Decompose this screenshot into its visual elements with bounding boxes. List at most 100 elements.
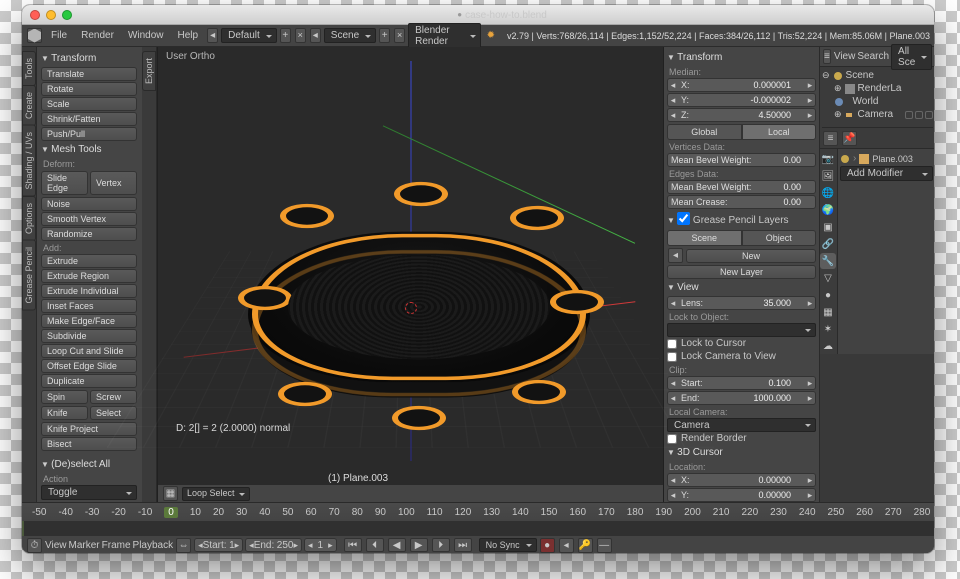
props-pin-icon[interactable]: 📌	[842, 131, 857, 146]
outliner-type-icon[interactable]: ≡	[823, 49, 831, 64]
menu-render[interactable]: Render	[75, 27, 120, 44]
local-camera-dropdown[interactable]: Camera	[667, 418, 816, 432]
panel-meshtools[interactable]: Mesh Tools	[41, 142, 138, 157]
btn-offset-edge[interactable]: Offset Edge Slide	[41, 359, 137, 373]
timeline-ruler[interactable]: -50-40-30-20-10 0 1020304050607080901001…	[22, 503, 934, 521]
gp-scene[interactable]: Scene	[667, 230, 742, 246]
btn-loop-cut[interactable]: Loop Cut and Slide	[41, 344, 137, 358]
btn-shrink[interactable]: Shrink/Fatten	[41, 112, 137, 126]
tab-physics-icon[interactable]: ☁	[820, 338, 836, 354]
tab-modifiers-icon[interactable]: 🔧	[820, 253, 836, 269]
btn-translate[interactable]: Translate	[41, 67, 137, 81]
lock-object-dropdown[interactable]	[667, 323, 816, 337]
outliner-world[interactable]: World	[822, 95, 933, 108]
frame-start[interactable]: ◂ Start: 1 ▸	[194, 538, 243, 552]
timeline-playback[interactable]: Playback	[133, 540, 174, 551]
tab-render-icon[interactable]: 📷	[820, 151, 836, 167]
outliner-renderlayers[interactable]: ⊕ RenderLa	[822, 82, 933, 95]
tab-renderlayers-icon[interactable]: 🖼	[820, 168, 836, 184]
frame-current[interactable]: ◂ 1 ▸	[304, 538, 337, 552]
frame-end[interactable]: ◂ End: 250 ▸	[245, 538, 302, 552]
editor-type-icon[interactable]	[27, 28, 42, 43]
vtab-tools[interactable]: Tools	[22, 51, 36, 86]
lock-to-cursor[interactable]: Lock to Cursor	[667, 337, 816, 350]
gp-new-layer[interactable]: New Layer	[667, 265, 816, 279]
space-local[interactable]: Local	[742, 124, 817, 140]
vtab-shading[interactable]: Shading / UVs	[22, 125, 36, 197]
vtab-export[interactable]: Export	[142, 51, 156, 91]
menu-window[interactable]: Window	[122, 27, 170, 44]
outliner-view[interactable]: View	[834, 51, 856, 62]
minimize-window[interactable]	[46, 10, 56, 20]
close-window[interactable]	[30, 10, 40, 20]
keyframe-prev-icon[interactable]: ⏴	[366, 538, 384, 552]
tab-data-icon[interactable]: ▽	[820, 270, 836, 286]
npanel-transform[interactable]: Transform	[667, 50, 816, 65]
range-icon[interactable]: ⇔	[176, 538, 191, 553]
lock-camera-to-view[interactable]: Lock Camera to View	[667, 350, 816, 363]
playhead[interactable]: 0	[164, 507, 178, 518]
tab-scene-icon[interactable]: 🌐	[820, 185, 836, 201]
action-dropdown[interactable]: Toggle	[41, 485, 137, 500]
vtab-create[interactable]: Create	[22, 85, 36, 126]
timeline-view[interactable]: View	[45, 540, 67, 551]
tab-texture-icon[interactable]: ▦	[820, 304, 836, 320]
btn-noise[interactable]: Noise	[41, 197, 137, 211]
timeline-type-icon[interactable]: ⏱	[27, 538, 42, 553]
npanel-view[interactable]: View	[667, 280, 816, 295]
cursor-y[interactable]: ◂Y:0.00000▸	[667, 488, 816, 502]
sync-dropdown[interactable]: No Sync	[479, 538, 537, 552]
autokey-icon[interactable]: ●	[540, 538, 555, 553]
clip-end[interactable]: ◂End:1000.000▸	[667, 391, 816, 405]
jump-end-icon[interactable]: ⏭	[454, 538, 472, 552]
cursor-x[interactable]: ◂X:0.00000▸	[667, 473, 816, 487]
play-reverse-icon[interactable]: ◀	[388, 538, 406, 552]
gp-enable-checkbox[interactable]	[677, 212, 690, 225]
btn-smooth-vertex[interactable]: Smooth Vertex	[41, 212, 137, 226]
keyframe-next-icon[interactable]: ⏵	[432, 538, 450, 552]
outliner-search[interactable]: Search	[857, 51, 889, 62]
median-z[interactable]: ◂Z:4.50000▸	[667, 108, 816, 122]
play-icon[interactable]: ▶	[410, 538, 428, 552]
btn-randomize[interactable]: Randomize	[41, 227, 137, 241]
jump-start-icon[interactable]: ⏮	[344, 538, 362, 552]
key-insert-icon[interactable]: 🔑	[578, 538, 593, 553]
btn-spin[interactable]: Spin	[41, 390, 88, 404]
npanel-gp[interactable]: Grease Pencil Layers	[667, 210, 816, 228]
btn-knife[interactable]: Knife	[41, 406, 88, 420]
layout-add-icon[interactable]: +	[280, 28, 291, 43]
btn-extrude-region[interactable]: Extrude Region	[41, 269, 137, 283]
scene-add-icon[interactable]: +	[379, 28, 390, 43]
median-x[interactable]: ◂X:0.000001▸	[667, 78, 816, 92]
gp-object[interactable]: Object	[742, 230, 817, 246]
mean-crease[interactable]: Mean Crease:0.00	[667, 195, 816, 209]
btn-slide-vertex[interactable]: Vertex	[90, 171, 137, 195]
layout-prev-icon[interactable]: ◂	[207, 28, 218, 43]
mean-bevel-weight-e[interactable]: Mean Bevel Weight:0.00	[667, 180, 816, 194]
btn-extrude[interactable]: Extrude	[41, 254, 137, 268]
tab-material-icon[interactable]: ●	[820, 287, 836, 303]
btn-inset[interactable]: Inset Faces	[41, 299, 137, 313]
btn-slide-edge[interactable]: Slide Edge	[41, 171, 88, 195]
layout-del-icon[interactable]: ×	[295, 28, 306, 43]
menu-file[interactable]: File	[45, 27, 73, 44]
btn-screw[interactable]: Screw	[90, 390, 137, 404]
tab-world-icon[interactable]: 🌍	[820, 202, 836, 218]
gp-new[interactable]: New	[686, 249, 816, 263]
btn-pushpull[interactable]: Push/Pull	[41, 127, 137, 141]
keying-set-icon[interactable]: ◂	[559, 538, 574, 553]
scene-del-icon[interactable]: ×	[394, 28, 405, 43]
vtab-options[interactable]: Options	[22, 196, 36, 241]
scene-dropdown[interactable]: Scene	[324, 28, 376, 43]
outliner-camera[interactable]: ⊕ Camera	[822, 108, 933, 121]
tab-particles-icon[interactable]: ✶	[820, 321, 836, 337]
mode-dropdown[interactable]: Loop Select	[182, 487, 250, 501]
outliner-filter[interactable]: All Sce	[891, 44, 932, 70]
btn-duplicate[interactable]: Duplicate	[41, 374, 137, 388]
timeline-frame[interactable]: Frame	[102, 540, 131, 551]
space-global[interactable]: Global	[667, 124, 742, 140]
panel-transform[interactable]: Transform	[41, 51, 138, 66]
screen-layout-dropdown[interactable]: Default	[221, 28, 277, 43]
render-engine-dropdown[interactable]: Blender Render	[408, 23, 480, 49]
menu-help[interactable]: Help	[172, 27, 205, 44]
